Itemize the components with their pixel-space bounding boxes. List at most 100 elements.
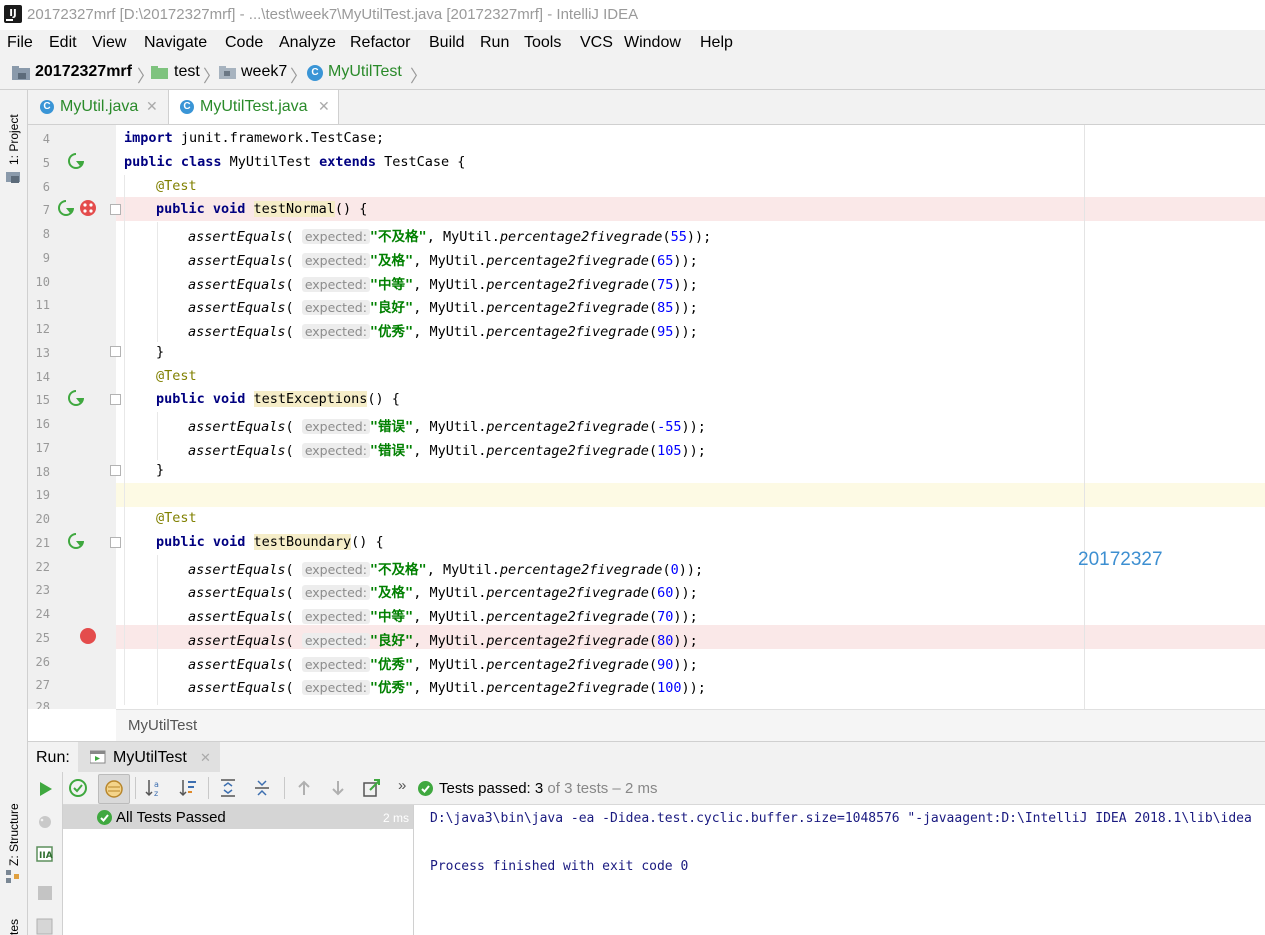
menu-refactor[interactable]: Refactor — [350, 34, 410, 52]
indent-guide — [124, 175, 125, 705]
favorites-tool-tab[interactable]: tes — [7, 919, 21, 935]
watermark-text: 20172327 — [1078, 549, 1163, 570]
chevron-right-icon: 〉 — [290, 67, 307, 86]
menu-bar: File Edit View Navigate Code Analyze Ref… — [0, 30, 1265, 56]
folder-icon — [151, 66, 168, 79]
console-exit-line: Process finished with exit code 0 — [430, 859, 689, 874]
menu-code[interactable]: Code — [225, 34, 263, 52]
tree-item-time: 2 ms — [382, 811, 409, 825]
code-line: assertEquals( expected: "良好", MyUtil.perc… — [188, 300, 698, 316]
next-failed-test-icon[interactable] — [327, 777, 349, 799]
stop-icon[interactable] — [36, 884, 54, 902]
code-line: assertEquals( expected: "错误", MyUtil.perc… — [188, 443, 706, 459]
menu-build[interactable]: Build — [429, 34, 465, 52]
method-breakpoint-icon[interactable] — [79, 199, 97, 217]
breadcrumb-myutiltest[interactable]: MyUtilTest — [328, 63, 402, 81]
show-ignored-toggle[interactable] — [98, 774, 130, 804]
menu-help[interactable]: Help — [700, 34, 733, 52]
run-config-tab[interactable]: MyUtilTest ✕ — [78, 742, 220, 773]
breadcrumb-project[interactable]: 20172327mrf — [35, 63, 132, 81]
run-test-icon[interactable] — [67, 532, 85, 550]
code-line: assertEquals( expected: "不及格", MyUtil.per… — [188, 229, 712, 245]
editor-structure-bar: MyUtilTest — [116, 709, 1265, 742]
right-margin-guide — [1084, 125, 1085, 709]
menu-run[interactable]: Run — [480, 34, 509, 52]
structure-tool-tab[interactable]: Z: Structure — [7, 803, 21, 866]
line-number: 26 — [35, 655, 50, 669]
project-tool-tab[interactable]: 1: Project — [7, 114, 21, 165]
fold-marker-icon[interactable] — [110, 346, 121, 357]
test-class-c-icon: C — [180, 100, 194, 114]
fold-marker-icon[interactable] — [110, 394, 121, 405]
code-line: assertEquals( expected: "优秀", MyUtil.perc… — [188, 324, 698, 340]
rerun-icon[interactable] — [36, 780, 54, 798]
expand-all-icon[interactable] — [217, 777, 239, 799]
close-icon[interactable]: ✕ — [318, 98, 330, 115]
code-line: assertEquals( expected: "错误", MyUtil.perc… — [188, 419, 706, 435]
annotation-test: @Test — [156, 178, 197, 194]
console-command-line: D:\java3\bin\java -ea -Didea.test.cyclic… — [430, 811, 1252, 826]
menu-window[interactable]: Window — [624, 34, 681, 52]
sort-by-duration-icon[interactable] — [177, 777, 199, 799]
tests-status: Tests passed: 3 of 3 tests – 2 ms — [439, 780, 658, 797]
previous-failed-test-icon[interactable] — [293, 777, 315, 799]
closing-brace: } — [156, 344, 165, 360]
line-number: 19 — [35, 488, 50, 502]
breadcrumb-test[interactable]: test — [174, 63, 200, 81]
code-line: assertEquals( expected: "中等", MyUtil.perc… — [188, 277, 698, 293]
line-number: 4 — [42, 132, 50, 146]
dump-threads-icon[interactable] — [35, 917, 55, 935]
fold-marker-icon[interactable] — [110, 537, 121, 548]
fold-marker-icon[interactable] — [110, 204, 121, 215]
fold-marker-icon[interactable] — [110, 465, 121, 476]
menu-vcs[interactable]: VCS — [580, 34, 613, 52]
menu-view[interactable]: View — [92, 34, 126, 52]
debug-icon[interactable] — [35, 812, 55, 832]
method-testboundary: public void testBoundary() { — [156, 534, 384, 550]
menu-analyze[interactable]: Analyze — [279, 34, 336, 52]
svg-text:z: z — [154, 789, 158, 798]
line-number: 13 — [35, 346, 50, 360]
test-results-tree: All Tests Passed 2 ms — [63, 805, 414, 935]
close-icon[interactable]: ✕ — [200, 750, 211, 766]
line-number: 21 — [35, 536, 50, 550]
rerun-passed-icon[interactable] — [67, 777, 89, 799]
tab-label: MyUtil.java — [60, 98, 139, 115]
menu-navigate[interactable]: Navigate — [144, 34, 207, 52]
console-output[interactable]: D:\java3\bin\java -ea -Didea.test.cyclic… — [414, 805, 1265, 935]
line-number: 25 — [35, 631, 50, 645]
run-test-icon[interactable] — [67, 389, 85, 407]
code-line-4: import junit.framework.TestCase; — [124, 130, 385, 146]
tab-myutil-java[interactable]: C MyUtil.java ✕ — [28, 90, 166, 123]
collapse-all-icon[interactable] — [251, 777, 273, 799]
menu-file[interactable]: File — [7, 34, 33, 52]
tree-root-item[interactable]: All Tests Passed 2 ms — [63, 805, 413, 829]
structure-class-label[interactable]: MyUtilTest — [128, 717, 197, 734]
menu-edit[interactable]: Edit — [49, 34, 77, 52]
breakpoint-icon[interactable] — [80, 628, 96, 644]
run-test-icon[interactable] — [57, 199, 75, 217]
code-line: assertEquals( expected: "优秀", MyUtil.perc… — [188, 680, 706, 696]
line-number: 11 — [35, 298, 50, 312]
line-number: 7 — [42, 203, 50, 217]
code-line: assertEquals( expected: "及格", MyUtil.perc… — [188, 585, 698, 601]
run-test-icon[interactable] — [67, 152, 85, 170]
more-actions-icon[interactable]: » — [398, 777, 406, 794]
line-number: 16 — [35, 417, 50, 431]
tab-myutiltest-java[interactable]: C MyUtilTest.java ✕ — [168, 90, 339, 124]
close-icon[interactable]: ✕ — [146, 98, 158, 115]
sort-alphabetically-icon[interactable]: az — [143, 777, 165, 799]
toolbar-separator — [284, 777, 285, 799]
svg-text:IIA: IIA — [39, 851, 53, 861]
left-tool-stripe: 1: Project Z: Structure tes — [0, 90, 28, 935]
breadcrumb-week7[interactable]: week7 — [241, 63, 287, 81]
menu-tools[interactable]: Tools — [524, 34, 561, 52]
line-number: 6 — [42, 180, 50, 194]
toggle-auto-test-icon[interactable]: IIA — [35, 844, 55, 864]
breadcrumb: 20172327mrf 〉 test 〉 week7 〉 C MyUtilTes… — [0, 56, 1265, 90]
ignored-tests-icon — [105, 780, 123, 798]
class-c-icon: C — [40, 100, 54, 114]
export-results-icon[interactable] — [361, 777, 383, 799]
tab-label: MyUtilTest.java — [200, 98, 308, 115]
run-label: Run: — [36, 749, 70, 766]
